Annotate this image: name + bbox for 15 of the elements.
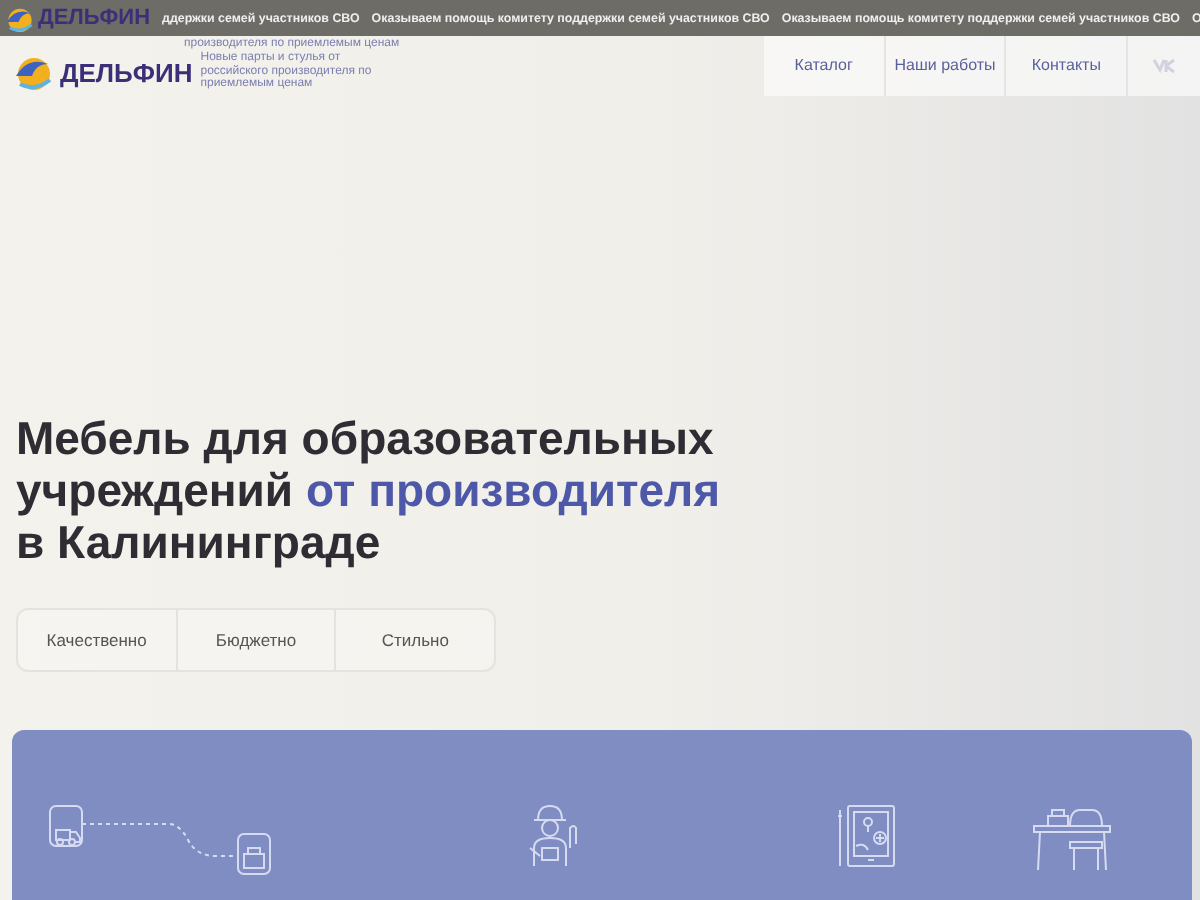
feature-label: Бюджетно [175, 610, 335, 670]
logo-text: ДЕЛЬФИН [60, 57, 193, 87]
tablet-icon [836, 804, 896, 868]
dolphin-logo-icon [12, 52, 56, 92]
nav-link[interactable]: Контакты [1006, 36, 1129, 96]
feature-label: Стильно [334, 610, 495, 670]
feature-label: Качественно [44, 628, 149, 654]
delivery-route-icon [48, 804, 272, 876]
nav-link[interactable]: Каталог [764, 36, 886, 96]
nav-link[interactable]: Наши работы [885, 36, 1007, 96]
hero-title: Мебель для образовательных учреждений от производителя в Калининграде [16, 412, 723, 568]
dolphin-logo-icon [4, 3, 36, 33]
desk-chair-icon [1032, 808, 1112, 872]
logo-text: ДЕЛЬФИН [38, 6, 151, 30]
worker-icon [524, 804, 580, 868]
